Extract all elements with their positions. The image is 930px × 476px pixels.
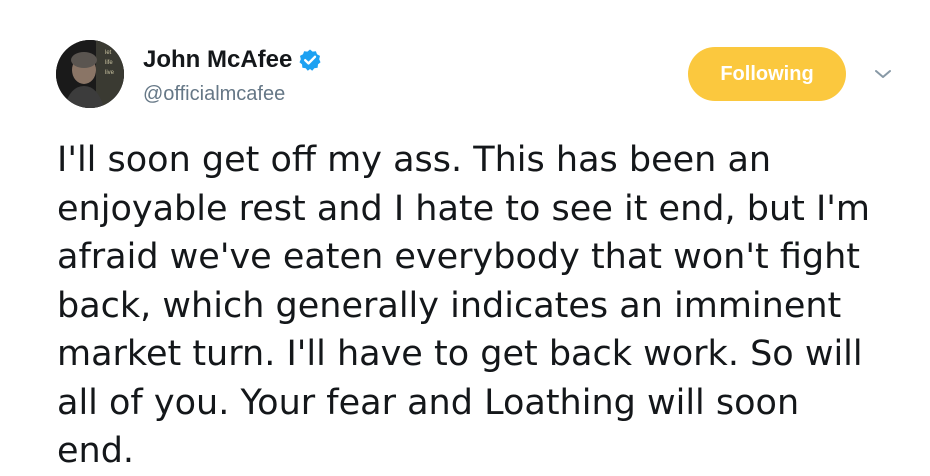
svg-text:life: life: [105, 60, 113, 66]
tweet-text: I'll soon get off my ass. This has been …: [57, 140, 871, 471]
avatar[interactable]: let life live: [56, 40, 124, 108]
user-handle[interactable]: @officialmcafee: [143, 82, 285, 106]
name-row: John McAfee: [143, 46, 322, 74]
verified-badge-icon: [298, 48, 322, 72]
profile-photo: let life live: [56, 40, 124, 108]
chevron-down-icon[interactable]: [872, 66, 894, 82]
display-name[interactable]: John McAfee: [143, 46, 292, 74]
tweet-card: let life live John McAfee @officialmcafe…: [0, 0, 930, 476]
following-button[interactable]: Following: [688, 47, 846, 101]
svg-text:let: let: [105, 50, 112, 56]
svg-text:live: live: [105, 70, 115, 76]
